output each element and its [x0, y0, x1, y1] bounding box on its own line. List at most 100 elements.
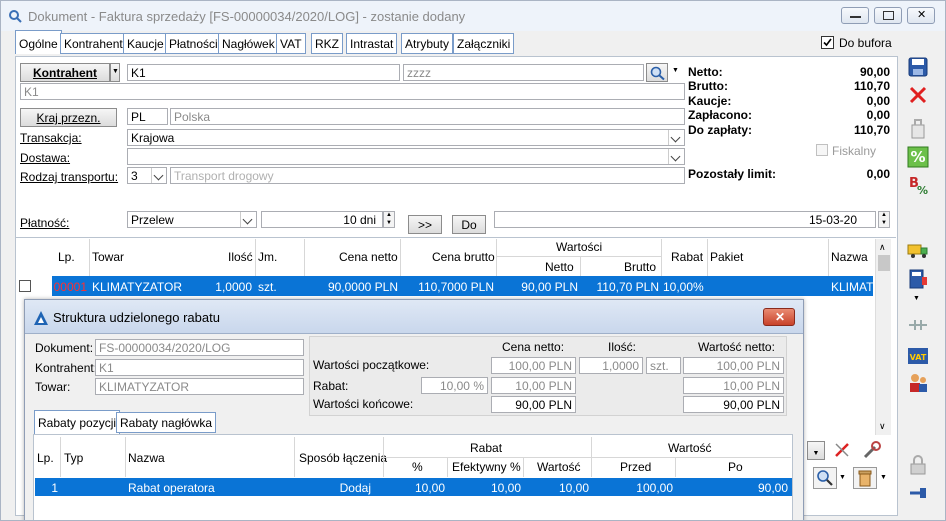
termin-input[interactable]: 10 dni: [261, 211, 383, 228]
kontrahent-menu-button[interactable]: ▼: [110, 63, 120, 82]
transakcja-select[interactable]: Krajowa: [127, 129, 685, 146]
date-spinner[interactable]: ▲ ▼: [878, 211, 890, 228]
tab-naglowek[interactable]: Nagłówek: [218, 33, 279, 54]
rodzaj-transportu-field[interactable]: Transport drogowy: [170, 167, 685, 184]
tab-atrybuty[interactable]: Atrybuty: [401, 33, 454, 54]
transakcja-chevron-down-icon[interactable]: [668, 130, 683, 145]
dialog-col-wartosc: Wartość netto:: [698, 340, 775, 354]
search-menu-chevron-icon[interactable]: ▼: [672, 67, 679, 74]
dostawa-select[interactable]: [127, 148, 685, 165]
dialog-dokument-field: FS-00000034/2020/LOG: [95, 339, 304, 356]
grid-header-brutto[interactable]: Brutto: [624, 260, 656, 274]
search-icon: [650, 66, 665, 81]
dialog-grid-header-sposob[interactable]: Sposób łączenia: [299, 451, 387, 465]
kontrahent-search-button[interactable]: [646, 63, 668, 82]
dialog-grid-header-wartosc[interactable]: Wartość: [537, 460, 581, 474]
tab-intrastat[interactable]: Intrastat: [346, 33, 398, 54]
svg-text:VAT: VAT: [910, 353, 927, 362]
rodzaj-chevron-down-icon[interactable]: [151, 168, 166, 183]
dialog-title-bar: Struktura udzielonego rabatu ✕: [25, 300, 803, 334]
grid-header-netto[interactable]: Netto: [545, 260, 574, 274]
termin-spinner[interactable]: ▲ ▼: [383, 211, 395, 228]
tab-platnosci[interactable]: Płatności: [165, 33, 222, 54]
save-icon[interactable]: [906, 55, 930, 79]
lock-icon[interactable]: [906, 453, 930, 477]
dialog-row-wartosc: 10,00: [558, 481, 589, 495]
grid-header-towar[interactable]: Towar: [92, 250, 124, 264]
dialog-grid-header-rabat[interactable]: Rabat: [470, 441, 502, 455]
delete-button[interactable]: [853, 467, 877, 489]
dialog-grid-header-wartosc-group[interactable]: Wartość: [668, 441, 712, 455]
arrow-button[interactable]: >>: [408, 215, 442, 234]
dialog-grid-header-lp[interactable]: Lp.: [37, 451, 54, 465]
minimize-button[interactable]: [841, 7, 869, 24]
grid-header-cena-brutto[interactable]: Cena brutto: [432, 250, 495, 264]
grid-header-nazwa[interactable]: Nazwa: [831, 250, 868, 264]
dialog-tab-rabaty-pozycji[interactable]: Rabaty pozycji: [34, 410, 121, 434]
b-percent-icon[interactable]: B%: [906, 173, 930, 197]
merge-icon[interactable]: [906, 313, 930, 337]
kontrahent-search-input[interactable]: zzzz: [403, 64, 644, 81]
dialog-grid-header-efektywny[interactable]: Efektywny %: [452, 460, 521, 474]
platnosc-chevron-down-icon[interactable]: [240, 212, 255, 227]
users-icon[interactable]: [906, 371, 930, 395]
edit-tool-icon[interactable]: [831, 439, 853, 461]
dialog-grid-header-przed[interactable]: Przed: [620, 460, 651, 474]
dialog-title: Struktura udzielonego rabatu: [53, 310, 220, 325]
grid-options-dropdown[interactable]: ▼: [807, 441, 825, 460]
kraj-code-input[interactable]: PL: [127, 108, 168, 125]
maximize-button[interactable]: [874, 7, 902, 24]
grid-header-cena-netto[interactable]: Cena netto: [339, 250, 398, 264]
tab-kaucje[interactable]: Kaucje: [123, 33, 168, 54]
close-window-button[interactable]: ✕: [907, 7, 935, 24]
calculator-icon[interactable]: [906, 267, 930, 291]
delete-chevron-down-icon[interactable]: ▼: [880, 474, 887, 481]
cancel-icon[interactable]: [906, 83, 930, 107]
grid-header-lp[interactable]: Lp.: [58, 250, 75, 264]
dialog-grid-header-typ[interactable]: Typ: [64, 451, 83, 465]
scroll-down-icon: ∨: [879, 421, 886, 431]
dialog-close-button[interactable]: ✕: [763, 308, 795, 326]
kaucje-label: Kaucje:: [688, 94, 732, 108]
delivery-truck-icon[interactable]: [906, 238, 930, 262]
tab-zalaczniki[interactable]: Załączniki: [453, 33, 515, 54]
vat-icon[interactable]: VAT: [906, 344, 930, 368]
date-input[interactable]: 15-03-20: [494, 211, 876, 228]
grid-header-pakiet[interactable]: Pakiet: [710, 250, 743, 264]
minimize-icon: [850, 11, 861, 18]
tab-vat[interactable]: VAT: [276, 33, 306, 54]
calculator-chevron-down-icon[interactable]: ▼: [913, 295, 920, 302]
grid-header-rabat[interactable]: Rabat: [671, 250, 703, 264]
netto-value: 90,00: [859, 65, 890, 79]
dostawa-chevron-down-icon[interactable]: [668, 149, 683, 164]
search-chevron-down-icon[interactable]: ▼: [839, 474, 846, 481]
copy-document-icon[interactable]: [906, 117, 930, 141]
kontrahent-button[interactable]: Kontrahent: [20, 63, 110, 82]
grid-header-jm[interactable]: Jm.: [258, 250, 277, 264]
grid-search-button[interactable]: [813, 467, 837, 489]
platnosc-select[interactable]: Przelew: [127, 211, 257, 228]
dialog-grid-header-nazwa[interactable]: Nazwa: [128, 451, 165, 465]
grid-scrollbar[interactable]: ∧ ∨: [875, 239, 891, 435]
row-towar: KLIMATYZATOR: [92, 280, 183, 294]
dialog-koncowe-label: Wartości końcowe:: [313, 397, 414, 411]
scroll-thumb[interactable]: [878, 255, 890, 271]
wrench-icon[interactable]: [861, 439, 883, 461]
tab-ogolne[interactable]: Ogólne: [15, 30, 62, 54]
do-bufora-checkbox[interactable]: [821, 36, 834, 49]
kontrahent-code-input[interactable]: K1: [127, 64, 400, 81]
dialog-grid-header-po[interactable]: Po: [728, 460, 743, 474]
grid-header-wartosci[interactable]: Wartości: [556, 240, 602, 254]
grid-header-ilosc[interactable]: Ilość: [228, 250, 253, 264]
kraj-przezn-button[interactable]: Kraj przezn.: [20, 108, 117, 127]
dialog-grid-header-pct[interactable]: %: [412, 460, 423, 474]
tab-kontrahent[interactable]: Kontrahent: [60, 33, 127, 54]
pin-icon[interactable]: [906, 481, 930, 505]
dialog-row-lp: 1: [51, 481, 58, 495]
do-button[interactable]: Do: [452, 215, 486, 234]
discount-percent-icon[interactable]: %: [906, 145, 930, 169]
row-select-checkbox[interactable]: [19, 280, 31, 292]
tab-rkz[interactable]: RKZ: [311, 33, 343, 54]
dialog-tab-rabaty-naglowka[interactable]: Rabaty nagłówka: [116, 412, 217, 433]
fiskalny-checkbox[interactable]: [816, 144, 828, 156]
